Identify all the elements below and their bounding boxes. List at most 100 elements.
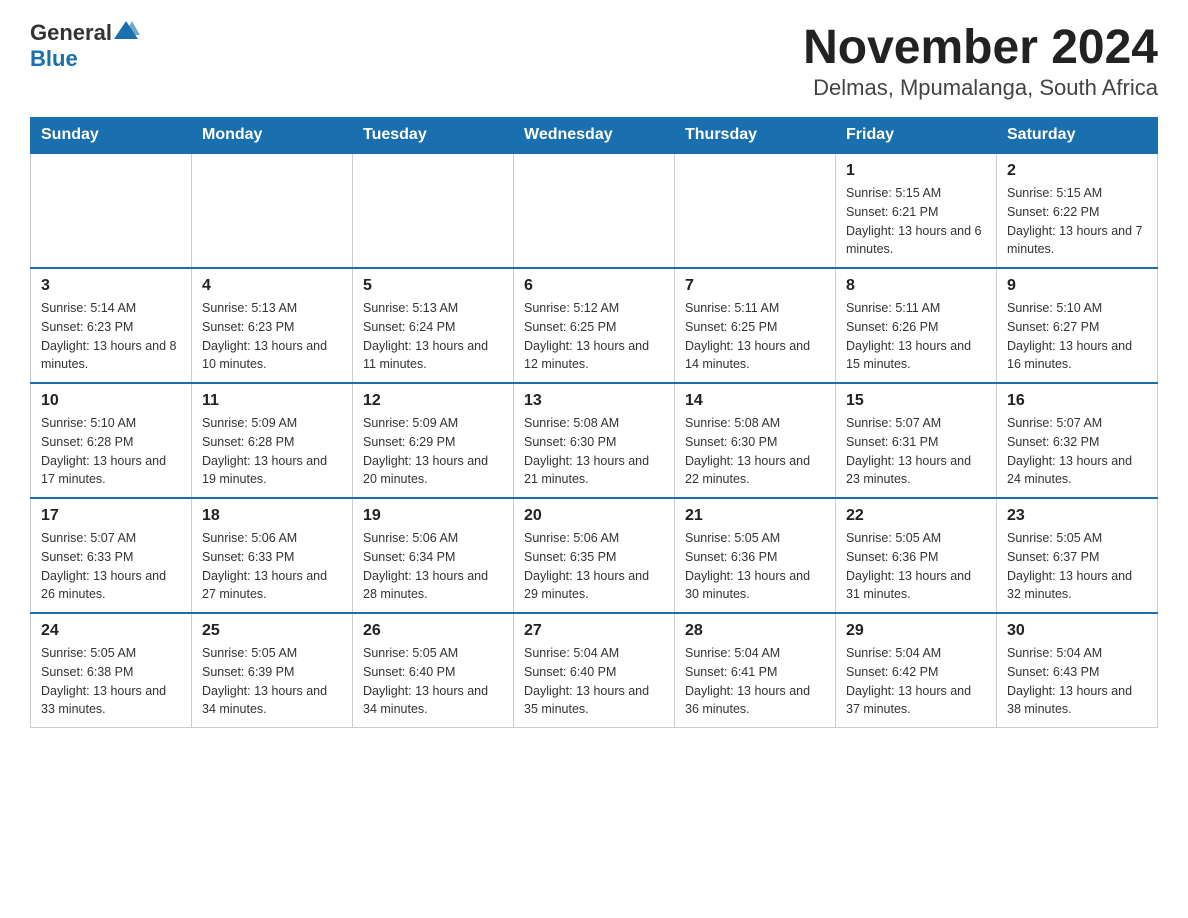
day-info: Sunrise: 5:11 AMSunset: 6:25 PMDaylight:… [685, 299, 825, 374]
day-info: Sunrise: 5:14 AMSunset: 6:23 PMDaylight:… [41, 299, 181, 374]
calendar-week-5: 24 Sunrise: 5:05 AMSunset: 6:38 PMDayligh… [31, 613, 1158, 728]
day-number: 28 [685, 622, 825, 640]
day-number: 17 [41, 507, 181, 525]
calendar-cell: 27Sunrise: 5:04 AMSunset: 6:40 PMDayligh… [514, 613, 675, 728]
calendar-cell: 14 Sunrise: 5:08 AMSunset: 6:30 PMDayligh… [675, 383, 836, 498]
day-number: 22 [846, 507, 986, 525]
calendar-cell: 8Sunrise: 5:11 AMSunset: 6:26 PMDaylight… [836, 268, 997, 383]
day-info: Sunrise: 5:04 AMSunset: 6:41 PMDaylight:… [685, 644, 825, 719]
day-number: 14 [685, 392, 825, 410]
calendar-cell [192, 153, 353, 268]
calendar-week-4: 17 Sunrise: 5:07 AMSunset: 6:33 PMDayligh… [31, 498, 1158, 613]
day-number: 23 [1007, 507, 1147, 525]
calendar-cell: 16 Sunrise: 5:07 AMSunset: 6:32 PMDayligh… [997, 383, 1158, 498]
day-info: Sunrise: 5:15 AMSunset: 6:22 PMDaylight:… [1007, 184, 1147, 259]
day-number: 15 [846, 392, 986, 410]
calendar-cell: 3 Sunrise: 5:14 AMSunset: 6:23 PMDaylight… [31, 268, 192, 383]
calendar-cell: 23 Sunrise: 5:05 AMSunset: 6:37 PMDayligh… [997, 498, 1158, 613]
day-header-monday: Monday [192, 118, 353, 154]
title-block: November 2024 Delmas, Mpumalanga, South … [803, 20, 1158, 101]
day-number: 30 [1007, 622, 1147, 640]
page-title: November 2024 [803, 20, 1158, 75]
day-info: Sunrise: 5:05 AMSunset: 6:38 PMDaylight:… [41, 644, 181, 719]
day-info: Sunrise: 5:13 AMSunset: 6:23 PMDaylight:… [202, 299, 342, 374]
day-number: 24 [41, 622, 181, 640]
calendar-cell: 21Sunrise: 5:05 AMSunset: 6:36 PMDayligh… [675, 498, 836, 613]
day-number: 5 [363, 277, 503, 295]
day-number: 26 [363, 622, 503, 640]
calendar-cell: 20 Sunrise: 5:06 AMSunset: 6:35 PMDayligh… [514, 498, 675, 613]
calendar-cell: 17 Sunrise: 5:07 AMSunset: 6:33 PMDayligh… [31, 498, 192, 613]
day-info: Sunrise: 5:05 AMSunset: 6:37 PMDaylight:… [1007, 529, 1147, 604]
day-number: 8 [846, 277, 986, 295]
page-header: General Blue November 2024 Delmas, Mpuma… [30, 20, 1158, 101]
day-number: 25 [202, 622, 342, 640]
day-number: 20 [524, 507, 664, 525]
logo-icon [112, 17, 140, 45]
calendar-cell: 5 Sunrise: 5:13 AMSunset: 6:24 PMDaylight… [353, 268, 514, 383]
calendar-cell [31, 153, 192, 268]
calendar-cell: 7 Sunrise: 5:11 AMSunset: 6:25 PMDaylight… [675, 268, 836, 383]
calendar-cell: 29Sunrise: 5:04 AMSunset: 6:42 PMDayligh… [836, 613, 997, 728]
day-info: Sunrise: 5:07 AMSunset: 6:31 PMDaylight:… [846, 414, 986, 489]
calendar-cell: 25Sunrise: 5:05 AMSunset: 6:39 PMDayligh… [192, 613, 353, 728]
day-number: 3 [41, 277, 181, 295]
calendar-cell: 30 Sunrise: 5:04 AMSunset: 6:43 PMDayligh… [997, 613, 1158, 728]
day-number: 9 [1007, 277, 1147, 295]
calendar-week-3: 10Sunrise: 5:10 AMSunset: 6:28 PMDayligh… [31, 383, 1158, 498]
calendar-cell [353, 153, 514, 268]
calendar-cell: 6Sunrise: 5:12 AMSunset: 6:25 PMDaylight… [514, 268, 675, 383]
calendar-cell: 4 Sunrise: 5:13 AMSunset: 6:23 PMDaylight… [192, 268, 353, 383]
day-info: Sunrise: 5:13 AMSunset: 6:24 PMDaylight:… [363, 299, 503, 374]
day-header-friday: Friday [836, 118, 997, 154]
calendar-cell: 12Sunrise: 5:09 AMSunset: 6:29 PMDayligh… [353, 383, 514, 498]
day-number: 4 [202, 277, 342, 295]
logo-blue-text: Blue [30, 46, 78, 72]
day-number: 13 [524, 392, 664, 410]
calendar-cell: 24 Sunrise: 5:05 AMSunset: 6:38 PMDayligh… [31, 613, 192, 728]
day-info: Sunrise: 5:15 AMSunset: 6:21 PMDaylight:… [846, 184, 986, 259]
day-info: Sunrise: 5:12 AMSunset: 6:25 PMDaylight:… [524, 299, 664, 374]
day-info: Sunrise: 5:10 AMSunset: 6:27 PMDaylight:… [1007, 299, 1147, 374]
day-number: 18 [202, 507, 342, 525]
page-subtitle: Delmas, Mpumalanga, South Africa [803, 75, 1158, 101]
calendar-cell: 1 Sunrise: 5:15 AMSunset: 6:21 PMDaylight… [836, 153, 997, 268]
calendar-cell: 26 Sunrise: 5:05 AMSunset: 6:40 PMDayligh… [353, 613, 514, 728]
calendar-cell: 15 Sunrise: 5:07 AMSunset: 6:31 PMDayligh… [836, 383, 997, 498]
day-info: Sunrise: 5:08 AMSunset: 6:30 PMDaylight:… [524, 414, 664, 489]
calendar-week-1: 1 Sunrise: 5:15 AMSunset: 6:21 PMDaylight… [31, 153, 1158, 268]
day-header-saturday: Saturday [997, 118, 1158, 154]
day-number: 16 [1007, 392, 1147, 410]
calendar-cell: 2Sunrise: 5:15 AMSunset: 6:22 PMDaylight… [997, 153, 1158, 268]
calendar-cell: 10Sunrise: 5:10 AMSunset: 6:28 PMDayligh… [31, 383, 192, 498]
day-header-thursday: Thursday [675, 118, 836, 154]
calendar-cell [514, 153, 675, 268]
calendar-cell: 28 Sunrise: 5:04 AMSunset: 6:41 PMDayligh… [675, 613, 836, 728]
day-info: Sunrise: 5:07 AMSunset: 6:32 PMDaylight:… [1007, 414, 1147, 489]
day-info: Sunrise: 5:06 AMSunset: 6:33 PMDaylight:… [202, 529, 342, 604]
day-header-tuesday: Tuesday [353, 118, 514, 154]
calendar-cell [675, 153, 836, 268]
day-info: Sunrise: 5:06 AMSunset: 6:35 PMDaylight:… [524, 529, 664, 604]
day-header-sunday: Sunday [31, 118, 192, 154]
calendar-header-row: SundayMondayTuesdayWednesdayThursdayFrid… [31, 118, 1158, 154]
day-info: Sunrise: 5:05 AMSunset: 6:40 PMDaylight:… [363, 644, 503, 719]
logo: General Blue [30, 20, 140, 72]
day-number: 1 [846, 162, 986, 180]
calendar-cell: 11 Sunrise: 5:09 AMSunset: 6:28 PMDayligh… [192, 383, 353, 498]
day-number: 7 [685, 277, 825, 295]
day-info: Sunrise: 5:08 AMSunset: 6:30 PMDaylight:… [685, 414, 825, 489]
day-info: Sunrise: 5:09 AMSunset: 6:28 PMDaylight:… [202, 414, 342, 489]
day-info: Sunrise: 5:07 AMSunset: 6:33 PMDaylight:… [41, 529, 181, 604]
day-number: 11 [202, 392, 342, 410]
day-number: 27 [524, 622, 664, 640]
day-info: Sunrise: 5:06 AMSunset: 6:34 PMDaylight:… [363, 529, 503, 604]
day-header-wednesday: Wednesday [514, 118, 675, 154]
calendar-cell: 22Sunrise: 5:05 AMSunset: 6:36 PMDayligh… [836, 498, 997, 613]
calendar-cell: 9 Sunrise: 5:10 AMSunset: 6:27 PMDaylight… [997, 268, 1158, 383]
day-info: Sunrise: 5:05 AMSunset: 6:36 PMDaylight:… [685, 529, 825, 604]
day-info: Sunrise: 5:04 AMSunset: 6:43 PMDaylight:… [1007, 644, 1147, 719]
calendar-cell: 18 Sunrise: 5:06 AMSunset: 6:33 PMDayligh… [192, 498, 353, 613]
logo-general-text: General [30, 20, 112, 46]
calendar-week-2: 3 Sunrise: 5:14 AMSunset: 6:23 PMDaylight… [31, 268, 1158, 383]
